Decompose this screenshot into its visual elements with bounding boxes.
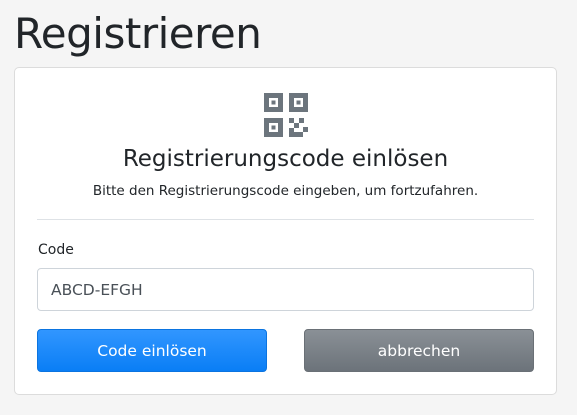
redeem-card: Registrierungscode einlösen Bitte den Re… <box>14 67 557 395</box>
divider <box>37 219 534 220</box>
qr-code-icon <box>264 93 308 137</box>
redeem-code-button[interactable]: Code einlösen <box>37 329 267 372</box>
card-subtitle: Bitte den Registrierungscode eingeben, u… <box>92 183 479 199</box>
cancel-button[interactable]: abbrechen <box>304 329 534 372</box>
card-title: Registrierungscode einlösen <box>122 146 449 172</box>
code-label: Code <box>38 242 74 258</box>
code-input[interactable] <box>37 268 534 311</box>
page-title: Registrieren <box>14 9 262 58</box>
